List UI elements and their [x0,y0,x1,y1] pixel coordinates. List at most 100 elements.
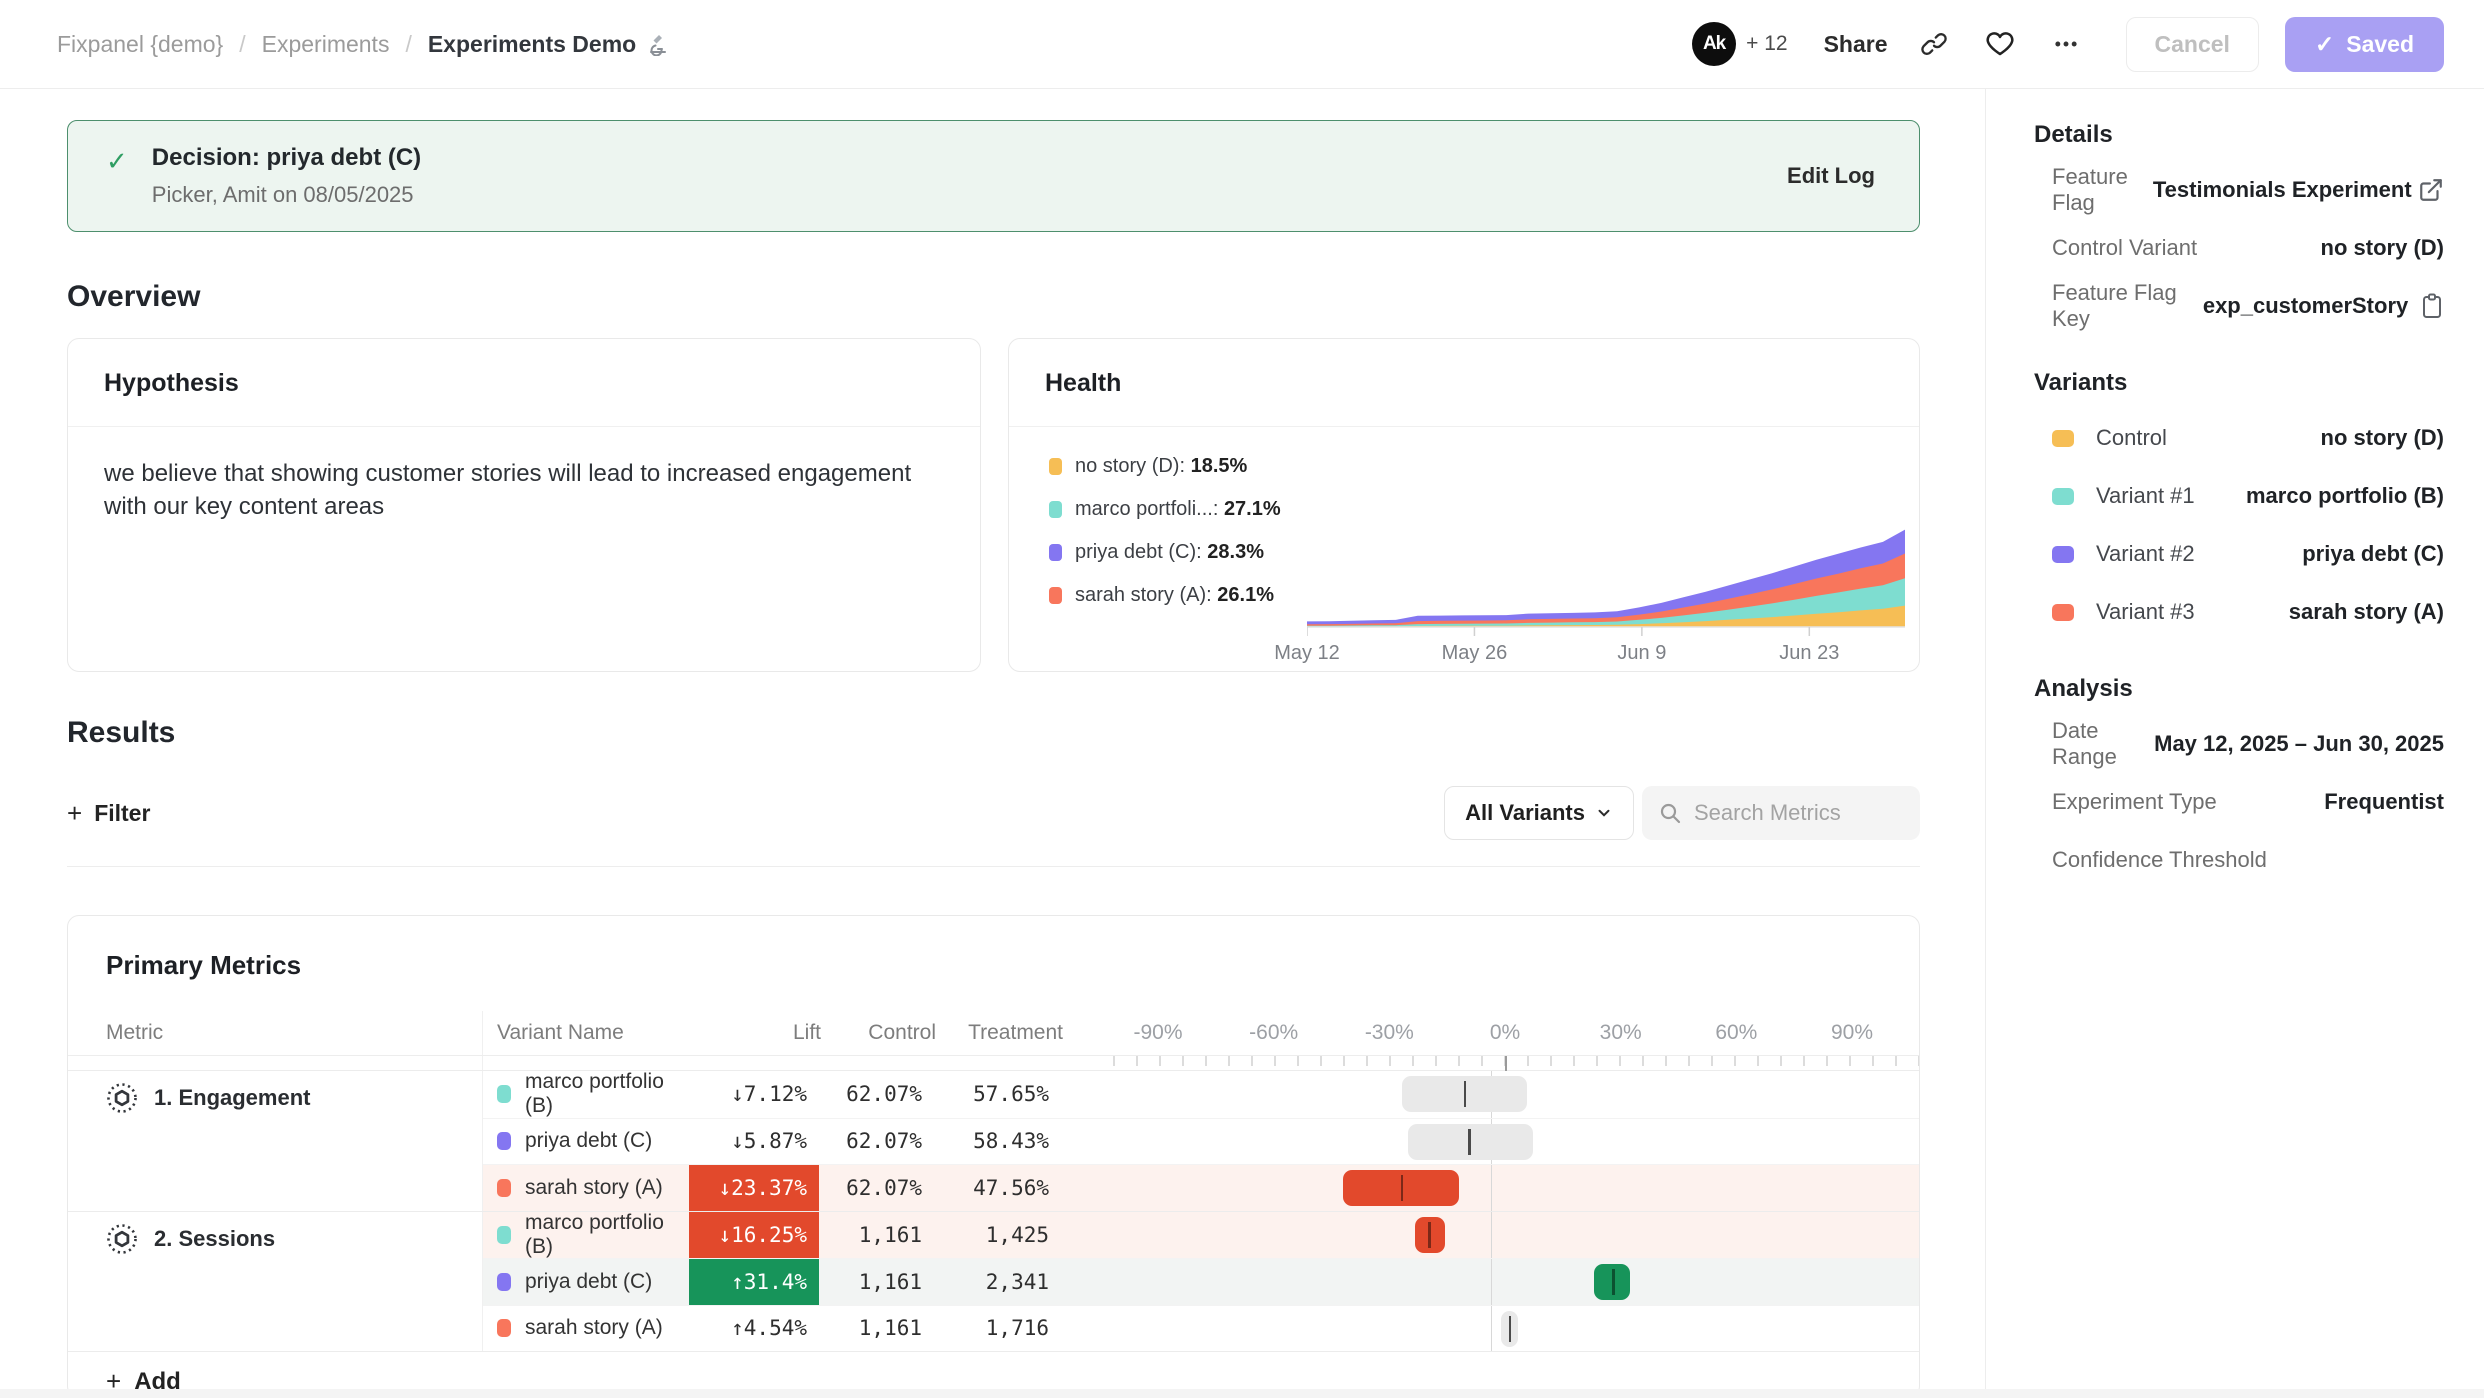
breadcrumb-project[interactable]: Fixpanel {demo} [57,31,223,58]
sidebar-row: Confidence Threshold [2034,831,2444,889]
sidebar-row-label: Variant #1 [2096,483,2195,509]
metric-groups: 1. Engagement marco portfolio (B)↓7.12%62… [68,1070,1919,1351]
sidebar-row-label: Variant #2 [2096,541,2195,567]
sidebar-section-details: DetailsFeature FlagTestimonials Experime… [2034,121,2444,335]
ruler-minor-tick [1757,1056,1759,1066]
sidebar-row-label: Feature Flag Key [2052,280,2203,332]
table-row[interactable]: marco portfolio (B)↓7.12%62.07%57.65% [483,1071,1919,1118]
variant-color-dot [497,1226,511,1244]
sidebar-row-value: Testimonials Experiment [2153,177,2412,203]
ruler-minor-tick [1619,1056,1621,1066]
table-row[interactable]: priya debt (C)↓5.87%62.07%58.43% [483,1118,1919,1165]
results-divider [67,866,1920,867]
lift-tick [1464,1081,1467,1107]
health-legend: no story (D): 18.5%marco portfoli...: 27… [1049,449,1307,672]
ruler-zero-tick [1505,1056,1507,1071]
legend-swatch [1049,458,1062,475]
variants-dropdown-label: All Variants [1465,800,1585,826]
primary-metrics-card: Primary Metrics Metric Variant Name Lift… [67,915,1920,1398]
sidebar-row: Experiment TypeFrequentist [2034,773,2444,831]
sidebar-row: Variant #1marco portfolio (B) [2034,467,2444,525]
ruler-minor-tick [1826,1056,1828,1066]
health-legend-item: no story (D): 18.5% [1049,455,1307,478]
variant-color-dot [497,1085,511,1103]
ruler-spacer [948,1056,1075,1070]
copy-link-icon[interactable] [1914,24,1954,64]
lift-tick [1612,1269,1615,1295]
search-metrics-input[interactable] [1694,800,1894,826]
ruler-minor-tick [1918,1056,1920,1066]
table-row[interactable]: sarah story (A)↓23.37%62.07%47.56% [483,1164,1919,1211]
health-area-chart [1307,515,1905,638]
ruler-minor-tick [1228,1056,1230,1066]
metric-goal-icon [106,1082,138,1114]
table-row[interactable]: priya debt (C)↑31.4%1,1612,341 [483,1258,1919,1305]
variant-cell: priya debt (C) [483,1259,689,1305]
ruler-minor-tick [1573,1056,1575,1066]
ruler-minor-tick [1872,1056,1874,1066]
variants-dropdown[interactable]: All Variants [1444,786,1634,840]
axis-label: -90% [1133,1021,1182,1045]
collaborators-count[interactable]: + 12 [1746,32,1787,56]
edit-log-button[interactable]: Edit Log [1787,163,1875,189]
ci-axis-ticks [1102,1056,1919,1070]
ruler-minor-tick [1665,1056,1667,1066]
sidebar-row-label: Experiment Type [2052,789,2217,815]
axis-label: -60% [1249,1021,1298,1045]
table-row[interactable]: sarah story (A)↑4.54%1,1611,716 [483,1305,1919,1352]
avatar[interactable]: Ak [1692,22,1736,66]
variant-color-swatch [2052,488,2074,505]
ruler-minor-tick [1297,1056,1299,1066]
sidebar-row-label: Control Variant [2052,235,2197,261]
chevron-down-icon [1595,804,1613,822]
add-filter-button[interactable]: + Filter [67,798,150,829]
metric-rows: marco portfolio (B)↓7.12%62.07%57.65%pri… [483,1071,1919,1211]
variant-color-dot [497,1319,511,1337]
ruler-minor-tick [1205,1056,1207,1066]
metric-name: 1. Engagement [154,1085,310,1111]
ruler-spacer [703,1056,833,1070]
legend-label: sarah story (A): 26.1% [1075,584,1274,607]
sidebar-row-label: Feature Flag [2052,164,2153,216]
col-header-metric: Metric [68,1011,483,1055]
sidebar-row-value: May 12, 2025 – Jun 30, 2025 [2154,731,2444,757]
ruler-minor-tick [1113,1056,1115,1066]
health-x-axis-labels: May 12May 26Jun 9Jun 23 [1307,642,1905,672]
favorite-heart-icon[interactable] [1980,24,2020,64]
saved-button[interactable]: ✓ Saved [2285,17,2444,72]
cancel-button[interactable]: Cancel [2126,17,2259,72]
ci-chart-cell [1088,1212,1919,1259]
variant-name: priya debt (C) [525,1270,652,1294]
sidebar-row-value: sarah story (A) [2195,599,2444,625]
plus-icon: + [67,798,82,829]
sidebar-section-variants: VariantsControlno story (D)Variant #1mar… [2034,369,2444,641]
ruler-minor-tick [1274,1056,1276,1066]
more-options-icon[interactable] [2046,24,2086,64]
ci-axis-labels: -90%-60%-30%0%30%60%90% [1102,1011,1919,1055]
zero-line [1491,1306,1492,1352]
health-legend-item: sarah story (A): 26.1% [1049,584,1307,607]
header-actions: Ak + 12 Share Cancel ✓ [1692,17,2444,72]
ruler-minor-tick [1688,1056,1690,1066]
sidebar-row-value: marco portfolio (B) [2195,483,2444,509]
check-icon: ✓ [2315,31,2334,58]
metric-group: 1. Engagement marco portfolio (B)↓7.12%62… [68,1070,1919,1211]
ruler-minor-tick [1435,1056,1437,1066]
breadcrumb: Fixpanel {demo} / Experiments / Experime… [57,31,670,58]
ci-chart-cell [1088,1071,1919,1118]
sidebar-row-value: exp_customerStory [2203,293,2408,319]
external-link-icon[interactable] [2412,177,2444,203]
experiments-page: Fixpanel {demo} / Experiments / Experime… [0,0,2484,1398]
decision-title: Decision: priya debt (C) [152,144,1787,172]
health-chart-wrap: May 12May 26Jun 9Jun 23 [1307,449,1905,672]
legend-swatch [1049,501,1062,518]
ruler-minor-tick [1596,1056,1598,1066]
decision-texts: Decision: priya debt (C) Picker, Amit on… [152,144,1787,208]
ruler-minor-tick [1550,1056,1552,1066]
variant-color-swatch [2052,430,2074,447]
sidebar-row-value: Frequentist [2217,789,2444,815]
breadcrumb-experiments[interactable]: Experiments [262,31,390,58]
table-row[interactable]: marco portfolio (B)↓16.25%1,1611,425 [483,1212,1919,1259]
share-button[interactable]: Share [1824,31,1888,58]
clipboard-icon[interactable] [2408,293,2444,319]
